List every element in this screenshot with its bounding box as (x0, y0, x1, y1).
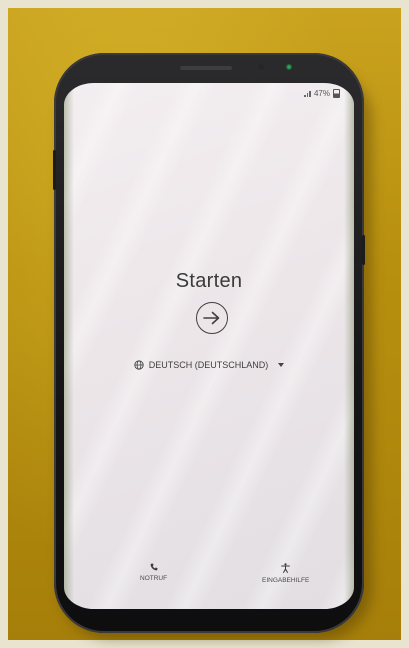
page-title: Starten (175, 270, 243, 292)
screen-glare (64, 83, 354, 609)
battery-icon (333, 89, 340, 98)
status-bar: 47% (304, 89, 340, 98)
caret-down-icon (278, 363, 285, 367)
arrow-right-icon (203, 311, 220, 325)
screen-edge-left (64, 83, 74, 609)
language-selector[interactable]: DEUTSCH (DEUTSCHLAND) (64, 360, 354, 370)
emergency-label: NOTRUF (140, 575, 168, 582)
battery-percentage: 47% (313, 89, 330, 98)
volume-button (53, 150, 56, 190)
screen-edge-right (344, 83, 354, 609)
phone-screen: 47% Starten DEUTSCH (DEUTSCHLAND) NOTRUF… (64, 83, 354, 609)
earpiece-speaker (180, 66, 232, 70)
front-camera (286, 64, 292, 70)
start-button[interactable] (196, 302, 228, 334)
accessibility-label: EINGABEHILFE (262, 577, 310, 584)
signal-bars-icon (304, 90, 311, 97)
phone-icon (150, 563, 157, 571)
front-sensor (258, 64, 264, 70)
accessibility-icon (281, 563, 291, 573)
emergency-call-button[interactable]: NOTRUF (140, 563, 167, 582)
accessibility-button[interactable]: EINGABEHILFE (262, 563, 309, 584)
power-button (362, 235, 365, 265)
language-label: DEUTSCH (DEUTSCHLAND) (148, 360, 269, 370)
globe-icon (134, 360, 144, 370)
